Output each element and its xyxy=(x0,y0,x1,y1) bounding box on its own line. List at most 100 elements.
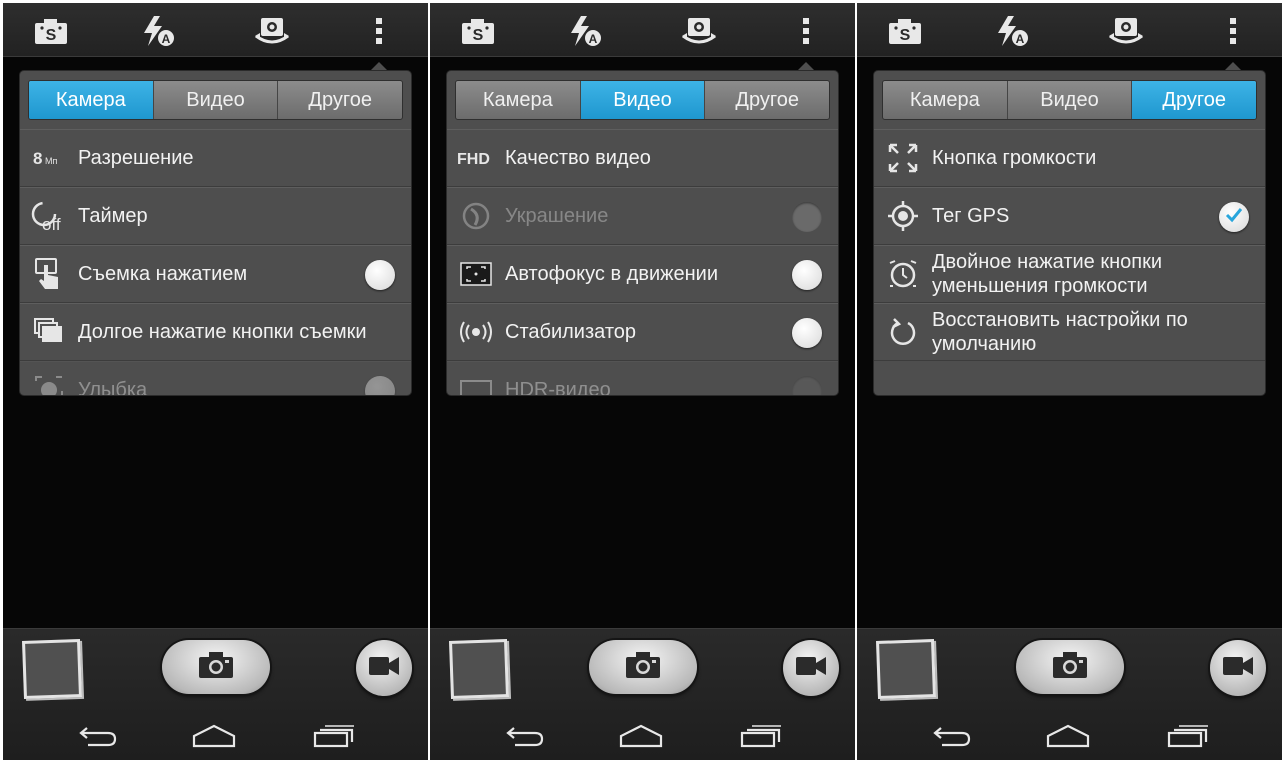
system-nav-bar xyxy=(3,719,428,755)
video-record-icon xyxy=(368,655,400,682)
scene-mode-s-icon[interactable]: S xyxy=(885,12,925,50)
tab-other[interactable]: Другое xyxy=(1132,81,1256,119)
camera-switch-icon[interactable] xyxy=(679,12,719,50)
shutter-button[interactable] xyxy=(162,640,270,694)
settings-row-label: Улыбка xyxy=(78,379,148,395)
video-record-icon xyxy=(1222,655,1254,682)
settings-row[interactable]: off Таймер xyxy=(20,187,411,245)
settings-row[interactable]: 8 Мп Разрешение xyxy=(20,129,411,187)
fhd-icon: FHD xyxy=(447,129,505,187)
scene-mode-s-icon[interactable]: S xyxy=(31,12,71,50)
recent-apps-icon[interactable] xyxy=(1165,719,1211,753)
settings-row[interactable]: Улыбка xyxy=(20,361,411,395)
svg-text:Мп: Мп xyxy=(45,156,57,166)
volume-key-icon xyxy=(874,129,932,187)
tab-camera[interactable]: Камера xyxy=(456,81,581,119)
svg-text:FHD: FHD xyxy=(457,151,490,168)
settings-row-label: Таймер xyxy=(78,205,148,227)
settings-row-label: Съемка нажатием xyxy=(78,263,248,285)
settings-row[interactable]: Восстановить настройки по умолчанию xyxy=(874,303,1265,361)
gallery-thumbnail[interactable] xyxy=(876,639,936,699)
setting-toggle[interactable] xyxy=(365,260,395,290)
camera-switch-icon[interactable] xyxy=(1106,12,1146,50)
back-icon[interactable] xyxy=(502,719,548,753)
svg-text:S: S xyxy=(473,27,484,44)
resolution-8mp-icon: 8 Мп xyxy=(20,129,78,187)
beauty-icon xyxy=(447,187,505,245)
touch-shot-icon xyxy=(20,245,78,303)
tab-camera[interactable]: Камера xyxy=(883,81,1008,119)
tab-video[interactable]: Видео xyxy=(1008,81,1133,119)
flash-auto-icon[interactable]: A xyxy=(565,12,605,50)
hdr-video-icon xyxy=(447,361,505,395)
gallery-thumbnail[interactable] xyxy=(449,639,509,699)
gps-icon xyxy=(874,187,932,245)
settings-row[interactable]: FHD Качество видео xyxy=(447,129,838,187)
camera-switch-icon[interactable] xyxy=(252,12,292,50)
svg-text:8: 8 xyxy=(33,149,42,168)
settings-row-label: Восстановить настройки по умолчанию xyxy=(932,309,1188,355)
setting-toggle-disabled xyxy=(792,202,822,232)
settings-row[interactable]: Автофокус в движении xyxy=(447,245,838,303)
continuous-af-icon xyxy=(447,245,505,303)
video-record-button[interactable] xyxy=(356,640,412,696)
camera-screen-1: S A Камера Видео Другое 8 Мп Разрешение off Тайме… xyxy=(3,3,428,760)
camera-shutter-icon xyxy=(1052,651,1088,684)
settings-row[interactable]: Долгое нажатие кнопки съемки xyxy=(20,303,411,361)
settings-row[interactable]: Стабилизатор xyxy=(447,303,838,361)
timer-off-icon: off xyxy=(20,187,78,245)
settings-row-label: Украшение xyxy=(505,205,609,227)
recent-apps-icon[interactable] xyxy=(738,719,784,753)
burst-shot-icon xyxy=(20,303,78,361)
settings-row-label: Двойное нажатие кнопки уменьшения громко… xyxy=(932,251,1162,297)
svg-text:A: A xyxy=(589,32,598,46)
camera-bottom-bar xyxy=(857,628,1282,760)
back-icon[interactable] xyxy=(75,719,121,753)
camera-screen-2: S A Камера Видео Другое FHD Качество видео Укра… xyxy=(430,3,855,760)
back-icon[interactable] xyxy=(929,719,975,753)
home-icon[interactable] xyxy=(1045,719,1091,753)
home-icon[interactable] xyxy=(618,719,664,753)
tab-video[interactable]: Видео xyxy=(580,81,706,119)
video-record-button[interactable] xyxy=(783,640,839,696)
settings-list: FHD Качество видео Украшение Автофокус в дв… xyxy=(447,129,838,395)
svg-text:A: A xyxy=(1016,32,1025,46)
settings-row[interactable]: Двойное нажатие кнопки уменьшения громко… xyxy=(874,245,1265,303)
settings-row[interactable]: Украшение xyxy=(447,187,838,245)
settings-row[interactable]: Кнопка громкости xyxy=(874,129,1265,187)
camera-top-bar: SA xyxy=(430,3,855,57)
tab-camera[interactable]: Камера xyxy=(29,81,154,119)
settings-row-label: Автофокус в движении xyxy=(505,263,719,285)
shutter-button[interactable] xyxy=(1016,640,1124,694)
camera-screen-3: S A Камера Видео Другое Кнопка громкости Тег G… xyxy=(857,3,1282,760)
tab-other[interactable]: Другое xyxy=(705,81,829,119)
setting-toggle[interactable] xyxy=(792,318,822,348)
gallery-thumbnail[interactable] xyxy=(22,639,82,699)
flash-auto-icon[interactable]: A xyxy=(138,12,178,50)
overflow-menu-icon[interactable] xyxy=(786,12,826,50)
settings-row-label: Долгое нажатие кнопки съемки xyxy=(78,321,367,343)
overflow-menu-icon[interactable] xyxy=(359,12,399,50)
settings-row[interactable]: Съемка нажатием xyxy=(20,245,411,303)
setting-toggle[interactable] xyxy=(792,260,822,290)
tab-video[interactable]: Видео xyxy=(154,81,279,119)
setting-checkbox-checked[interactable] xyxy=(1219,202,1249,232)
settings-row-label: HDR-видео xyxy=(505,379,611,395)
shutter-button[interactable] xyxy=(589,640,697,694)
home-icon[interactable] xyxy=(191,719,237,753)
video-record-button[interactable] xyxy=(1210,640,1266,696)
recent-apps-icon[interactable] xyxy=(311,719,357,753)
flash-auto-icon[interactable]: A xyxy=(992,12,1032,50)
tab-other[interactable]: Другое xyxy=(278,81,402,119)
svg-text:S: S xyxy=(46,27,57,44)
settings-tabs: Камера Видео Другое xyxy=(28,80,403,120)
scene-mode-s-icon[interactable]: S xyxy=(458,12,498,50)
camera-bottom-bar xyxy=(430,628,855,760)
overflow-menu-icon[interactable] xyxy=(1213,12,1253,50)
checkmark-icon xyxy=(1225,207,1243,228)
settings-row-label: Стабилизатор xyxy=(505,321,637,343)
settings-row[interactable]: Тег GPS xyxy=(874,187,1265,245)
settings-popup: Камера Видео Другое FHD Качество видео Украше… xyxy=(447,71,838,395)
settings-row[interactable]: HDR-видео xyxy=(447,361,838,395)
settings-row-label: Качество видео xyxy=(505,147,651,169)
